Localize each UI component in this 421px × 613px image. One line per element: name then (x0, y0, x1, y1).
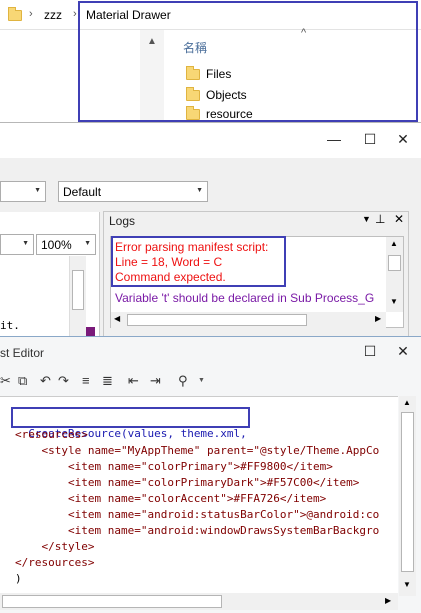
editor-horizontal-scrollbar[interactable]: ▶ (0, 593, 398, 610)
chevron-right-icon: › (73, 8, 77, 20)
maximize-button[interactable]: ☐ (360, 343, 380, 360)
minimize-button[interactable]: — (324, 131, 344, 147)
breadcrumb-zzz[interactable]: zzz (44, 8, 62, 22)
close-button[interactable]: ✕ (393, 131, 413, 148)
close-button[interactable]: ✕ (393, 343, 413, 360)
editor-toolbar: ✂ ⧉ ↶ ↷ ≡ ≣ ⇤ ⇥ ⚲ ▼ (0, 369, 421, 393)
logs-horizontal-scrollbar[interactable]: ◀ ▶ (111, 312, 386, 328)
code-line: <item name="android:windowDrawsSystemBar… (15, 524, 380, 537)
scroll-right-icon[interactable]: ▶ (375, 314, 381, 323)
code-line: <style name="MyAppTheme" parent="@style/… (15, 444, 380, 457)
chevron-down-icon: ▼ (196, 187, 203, 194)
document-text: it. (0, 319, 20, 332)
code-line: <resources> (15, 428, 88, 441)
font-combo[interactable]: ▼ (0, 181, 46, 202)
highlight-box (111, 236, 286, 287)
editor-title: st Editor (0, 346, 45, 360)
code-line: <item name="colorAccent">#FFA726</item> (15, 492, 327, 505)
cut-icon[interactable]: ✂ (0, 373, 11, 389)
style-combo-value: Default (63, 184, 102, 199)
scroll-right-icon[interactable]: ▶ (385, 596, 391, 605)
code-line: <item name="android:statusBarColor">@and… (15, 508, 380, 521)
logs-title: Logs (109, 214, 136, 228)
scroll-up-icon[interactable]: ▲ (390, 239, 398, 248)
zoom-value: 100% (41, 237, 72, 252)
code-line: <item name="colorPrimary">#FF9800</item> (15, 460, 333, 473)
scroll-down-icon[interactable]: ▼ (403, 580, 411, 589)
redo-icon[interactable]: ↷ (58, 373, 69, 389)
log-warning-message: Variable 't' should be declared in Sub P… (115, 291, 375, 305)
chevron-down-icon[interactable]: ▼ (198, 377, 205, 384)
indent-icon[interactable]: ⇥ (150, 373, 161, 389)
document-vertical-scrollbar[interactable] (69, 256, 86, 338)
scroll-thumb[interactable] (127, 314, 307, 326)
logs-vertical-scrollbar[interactable]: ▲ ▼ (386, 237, 403, 312)
pin-icon[interactable]: ⊥ (375, 212, 385, 226)
folder-icon (8, 7, 22, 21)
chevron-right-icon: › (29, 8, 33, 20)
title-bar[interactable]: — ☐ ✕ (0, 122, 421, 158)
code-line: ) (15, 572, 22, 585)
highlight-box (11, 407, 250, 428)
close-icon[interactable]: ✕ (394, 212, 404, 226)
chevron-down-icon: ▼ (34, 187, 41, 194)
copy-icon[interactable]: ⧉ (18, 373, 27, 389)
scroll-left-icon[interactable]: ◀ (114, 314, 120, 323)
scroll-thumb[interactable] (388, 255, 401, 271)
zoom-combo[interactable]: 100% ▼ (36, 234, 96, 255)
outdent-icon[interactable]: ⇤ (128, 373, 139, 389)
chevron-down-icon: ▼ (84, 240, 91, 247)
scroll-thumb[interactable] (401, 412, 414, 572)
scroll-thumb[interactable] (2, 595, 222, 608)
chevron-down-icon: ▼ (22, 240, 29, 247)
code-line: </resources> (15, 556, 95, 569)
scroll-up-icon[interactable]: ▲ (403, 398, 411, 407)
scroll-thumb[interactable] (72, 270, 84, 310)
uncomment-icon[interactable]: ≣ (102, 373, 113, 389)
size-combo[interactable]: ▼ (0, 234, 34, 255)
search-icon[interactable]: ⚲ (178, 373, 188, 389)
chevron-down-icon[interactable]: ▼ (362, 214, 371, 224)
undo-icon[interactable]: ↶ (40, 373, 51, 389)
style-combo[interactable]: Default ▼ (58, 181, 208, 202)
comment-icon[interactable]: ≡ (82, 373, 90, 388)
editor-vertical-scrollbar[interactable]: ▲ ▼ (399, 396, 416, 596)
scroll-down-icon[interactable]: ▼ (390, 297, 398, 306)
maximize-button[interactable]: ☐ (360, 131, 380, 148)
code-line: </style> (15, 540, 95, 553)
code-line: <item name="colorPrimaryDark">#F57C00</i… (15, 476, 360, 489)
highlight-box (78, 1, 418, 122)
